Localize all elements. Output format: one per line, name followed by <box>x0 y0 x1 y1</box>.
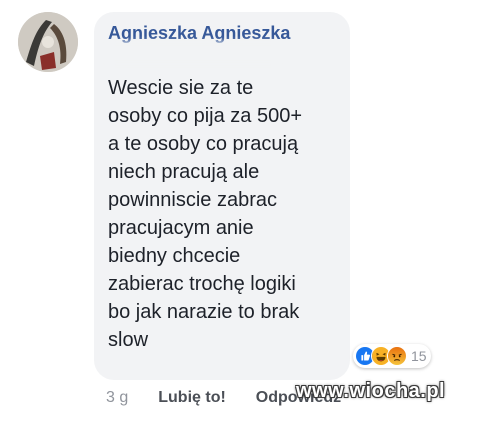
comment-bubble: Agnieszka Agnieszka Wescie sie za te oso… <box>94 12 350 380</box>
comment-author[interactable]: Agnieszka Agnieszka <box>108 22 350 44</box>
redacted-area <box>108 46 278 60</box>
comment-timestamp[interactable]: 3 g <box>106 389 128 407</box>
comment-text: Wescie sie za te osoby co pija za 500+ a… <box>108 77 303 351</box>
like-button[interactable]: Lubię to! <box>158 389 226 407</box>
site-watermark: www.wiocha.pl <box>296 380 446 402</box>
avatar-image <box>18 12 78 72</box>
angry-icon <box>387 346 407 366</box>
avatar[interactable] <box>18 12 78 72</box>
reaction-summary[interactable]: 15 <box>353 344 431 368</box>
reaction-count: 15 <box>411 348 427 364</box>
